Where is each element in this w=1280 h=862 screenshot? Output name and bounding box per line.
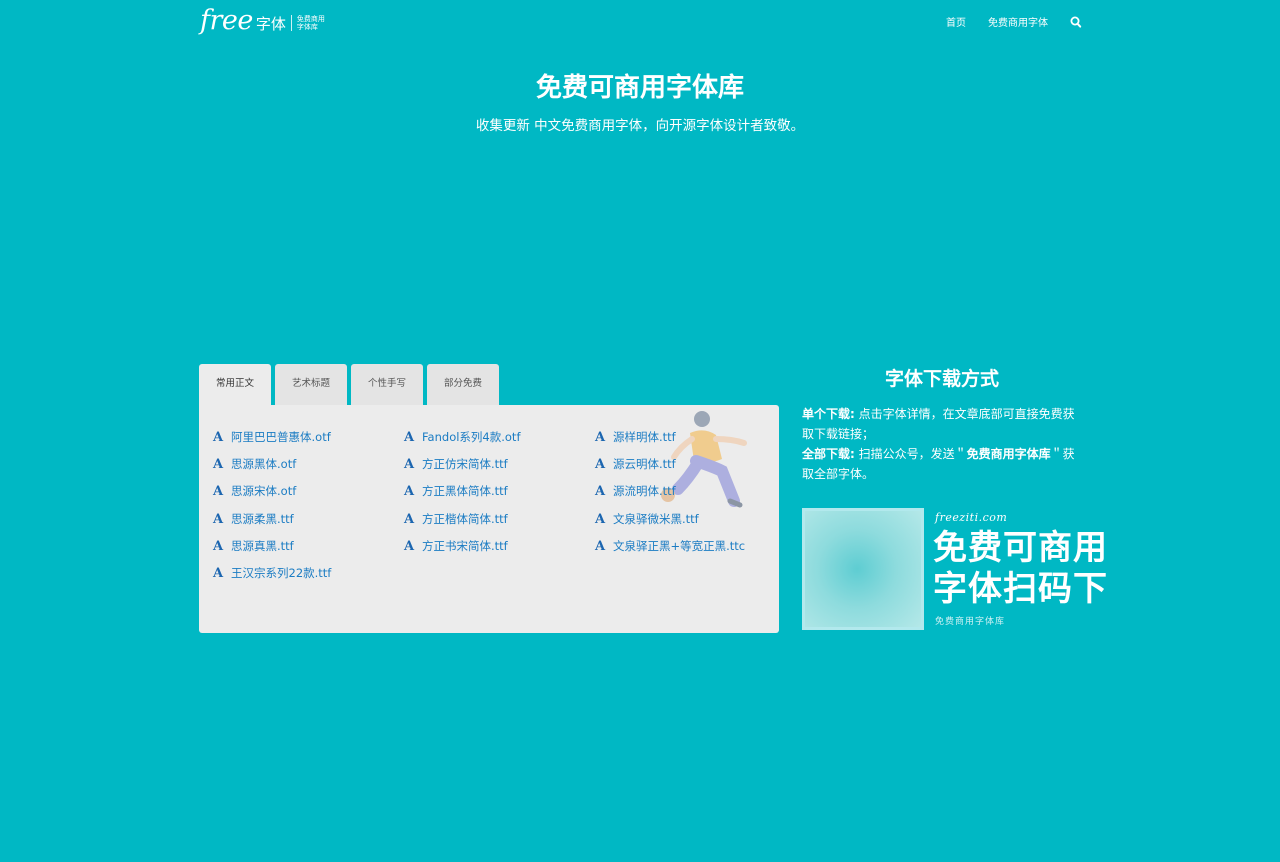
all-download-label: 全部下载: [802,447,855,461]
font-letter-icon: A [404,511,415,527]
font-link[interactable]: A 文泉驿正黑+等宽正黑.ttc [595,538,745,554]
font-letter-icon: A [404,483,415,499]
logo-subtitle-line1: 免费商用 [296,15,325,23]
font-category-tabs: 常用正文 艺术标题 个性手写 部分免费 [199,364,503,406]
download-instructions: 单个下载: 点击字体详情，在文章底部可直接免费获取下载链接； 全部下载: 扫描公… [802,404,1082,484]
font-link[interactable]: A 王汉宗系列22款.ttf [213,565,331,581]
font-letter-icon: A [595,429,606,445]
all-download-desc-1: 扫描公众号，发送＂ [854,447,967,461]
font-link[interactable]: A 方正楷体简体.ttf [404,511,508,527]
font-link[interactable]: A 方正黑体简体.ttf [404,483,508,499]
tab-partial-free[interactable]: 部分免费 [427,364,499,406]
font-name: 方正书宋简体.ttf [422,539,508,553]
all-download-keyword: 免费商用字体库 [966,447,1051,461]
font-link[interactable]: A 思源宋体.otf [213,483,296,499]
font-list-panel: A 阿里巴巴普惠体.otf A 思源黑体.otf A 思源宋体.otf A 思源柔黑.t… [199,405,779,633]
font-letter-icon: A [213,483,224,499]
promo-footer: 免费商用字体库 [935,617,1006,627]
font-letter-icon: A [213,511,224,527]
download-methods-title: 字体下载方式 [884,368,999,390]
font-link[interactable]: A 方正仿宋简体.ttf [404,456,508,472]
font-letter-icon: A [404,538,415,554]
font-link[interactable]: A 阿里巴巴普惠体.otf [213,429,331,445]
font-link[interactable]: A 思源柔黑.ttf [213,511,294,527]
nav-free-fonts[interactable]: 免费商用字体 [988,14,1048,29]
page-title: 免费可商用字体库 [535,73,744,103]
logo-subtitle-line2: 字体库 [296,23,318,31]
site-header: free 字体 免费商用 字体库 首页 免费商用字体 [0,0,1280,46]
logo-divider [290,15,292,31]
font-link[interactable]: A 思源真黑.ttf [213,538,294,554]
promo-line-1: 免费可商用 [933,528,1108,568]
all-download-text: 全部下载: 扫描公众号，发送＂免费商用字体库＂获取全部字体。 [802,444,1082,484]
font-name: 思源柔黑.ttf [231,512,294,526]
font-letter-icon: A [595,456,606,472]
logo-subtitle: 免费商用 字体库 [297,15,325,31]
font-letter-icon: A [404,429,415,445]
logo-free-text: free [200,5,253,36]
font-letter-icon: A [213,538,224,554]
promo-line-2: 字体扫码下 [933,569,1108,609]
font-link[interactable]: A Fandol系列4款.otf [404,429,521,445]
font-link[interactable]: A 源流明体.ttf [595,483,676,499]
font-name: 思源宋体.otf [231,484,297,498]
font-letter-icon: A [595,538,606,554]
font-name: 思源真黑.ttf [231,539,294,553]
single-download-label: 单个下载: [802,407,855,421]
search-icon[interactable] [1070,15,1082,29]
tab-handwriting[interactable]: 个性手写 [351,364,423,406]
font-letter-icon: A [213,565,224,581]
font-name: 阿里巴巴普惠体.otf [231,430,331,444]
font-name: 源样明体.ttf [613,430,676,444]
tab-art-title[interactable]: 艺术标题 [275,364,347,406]
font-name: 思源黑体.otf [231,457,297,471]
qr-code-image [802,508,924,630]
font-link[interactable]: A 文泉驿微米黑.ttf [595,511,699,527]
qr-code-placeholder [805,511,921,627]
promo-url: freeziti.com [935,511,1008,524]
font-letter-icon: A [213,429,224,445]
font-letter-icon: A [595,483,606,499]
font-name: 方正黑体简体.ttf [422,484,508,498]
font-letter-icon: A [213,456,224,472]
font-name: Fandol系列4款.otf [422,430,521,444]
font-link[interactable]: A 方正书宋简体.ttf [404,538,508,554]
font-name: 方正楷体简体.ttf [422,512,508,526]
tab-common-text[interactable]: 常用正文 [199,364,271,406]
logo-ziti-text: 字体 [255,14,286,33]
single-download-text: 单个下载: 点击字体详情，在文章底部可直接免费获取下载链接； [802,404,1082,444]
font-link[interactable]: A 源云明体.ttf [595,456,676,472]
font-name: 王汉宗系列22款.ttf [231,566,332,580]
page-subtitle: 收集更新 中文免费商用字体，向开源字体设计者致敬。 [475,118,805,134]
font-name: 方正仿宋简体.ttf [422,457,508,471]
font-letter-icon: A [404,456,415,472]
main-nav: 首页 免费商用字体 [924,14,1082,29]
font-name: 文泉驿微米黑.ttf [613,512,699,526]
font-name: 源云明体.ttf [613,457,676,471]
font-name: 源流明体.ttf [613,484,676,498]
site-logo[interactable]: free 字体 免费商用 字体库 [200,6,325,36]
font-name: 文泉驿正黑+等宽正黑.ttc [613,539,746,553]
font-link[interactable]: A 源样明体.ttf [595,429,676,445]
font-letter-icon: A [595,511,606,527]
font-link[interactable]: A 思源黑体.otf [213,456,296,472]
nav-home[interactable]: 首页 [946,14,966,29]
